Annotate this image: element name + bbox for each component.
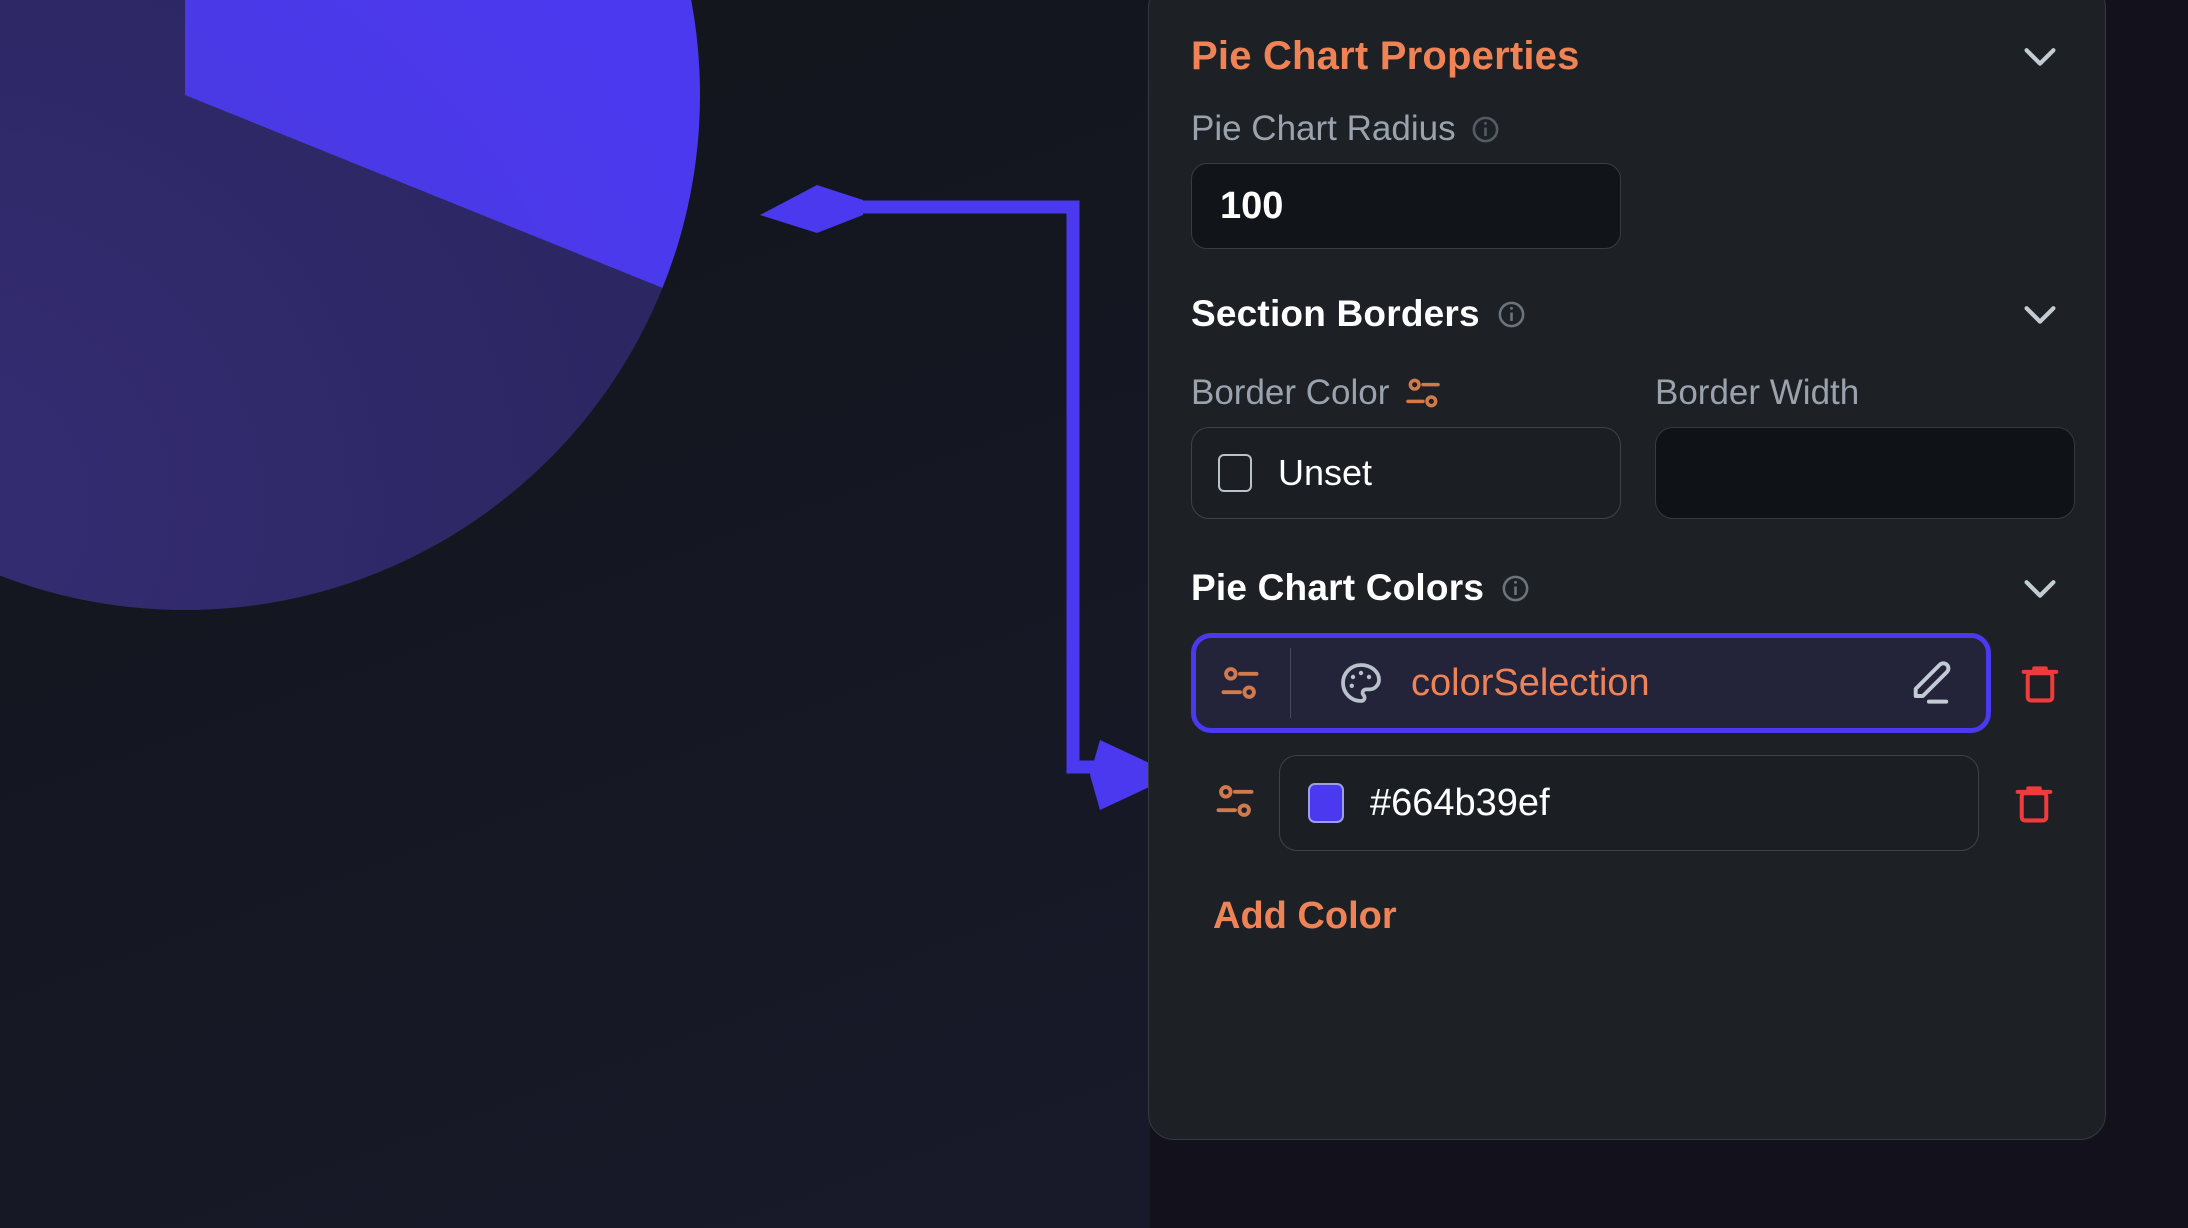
color-hex-input[interactable]: #664b39ef [1279, 755, 1979, 851]
add-color-button[interactable]: Add Color [1213, 895, 1397, 938]
panel-header[interactable]: Pie Chart Properties [1191, 25, 2063, 87]
pie-chart-colors-header[interactable]: Pie Chart Colors [1191, 557, 2063, 619]
chevron-down-icon[interactable] [2017, 33, 2063, 79]
border-color-label-row: Border Color [1191, 373, 1621, 413]
border-width-input[interactable] [1655, 427, 2075, 519]
pie-chart-colors-title: Pie Chart Colors [1191, 567, 1484, 609]
trash-icon[interactable] [2011, 776, 2057, 830]
color-row-value: #664b39ef [1370, 782, 1550, 825]
info-icon[interactable] [1496, 299, 1527, 330]
page-title: Pie Chart Properties [1191, 34, 1580, 79]
color-row-wrapper: colorSelection [1191, 633, 2063, 733]
pie-chart-colors-list: colorSelection [1191, 633, 2063, 851]
binding-value-field[interactable]: colorSelection [1309, 640, 1978, 726]
border-color-value: Unset [1278, 452, 1372, 494]
radius-input[interactable]: 100 [1191, 163, 1621, 249]
sliders-icon[interactable] [1218, 661, 1262, 705]
border-color-input[interactable]: Unset [1191, 427, 1621, 519]
border-fields-row: Border Color Unset [1191, 351, 2063, 519]
radius-label: Pie Chart Radius [1191, 109, 1456, 149]
pie-chart-properties-panel: Pie Chart Properties Pie Chart Radius [1148, 0, 2106, 1140]
color-swatch-icon[interactable] [1308, 783, 1344, 823]
chevron-down-icon[interactable] [2017, 565, 2063, 611]
radius-label-row: Pie Chart Radius [1191, 109, 2063, 149]
sliders-icon[interactable] [1403, 373, 1443, 413]
radius-input-value: 100 [1220, 185, 1283, 228]
row-divider [1290, 648, 1291, 718]
palette-icon [1337, 659, 1385, 707]
sliders-icon[interactable] [1213, 779, 1257, 828]
color-swatch-icon[interactable] [1218, 454, 1252, 492]
app-root: Pie Chart Properties Pie Chart Radius [0, 0, 2188, 1228]
design-canvas[interactable] [0, 0, 1150, 1228]
border-color-label: Border Color [1191, 373, 1389, 413]
border-color-column: Border Color Unset [1191, 351, 1621, 519]
color-row-wrapper: #664b39ef [1191, 755, 2063, 851]
color-row-value: colorSelection [1411, 662, 1878, 705]
trash-icon[interactable] [2017, 656, 2063, 710]
border-width-column: Border Width [1655, 351, 2075, 519]
chevron-down-icon[interactable] [2017, 291, 2063, 337]
section-borders-title: Section Borders [1191, 293, 1480, 335]
pencil-icon[interactable] [1904, 657, 1956, 709]
pie-chart-slices [0, 0, 700, 610]
border-width-label-row: Border Width [1655, 373, 2075, 413]
info-icon[interactable] [1500, 573, 1531, 604]
pie-chart-preview[interactable] [0, 0, 700, 610]
info-icon[interactable] [1470, 114, 1501, 145]
border-width-label: Border Width [1655, 373, 1859, 413]
color-row-selected[interactable]: colorSelection [1191, 633, 1991, 733]
section-borders-header[interactable]: Section Borders [1191, 283, 2063, 345]
